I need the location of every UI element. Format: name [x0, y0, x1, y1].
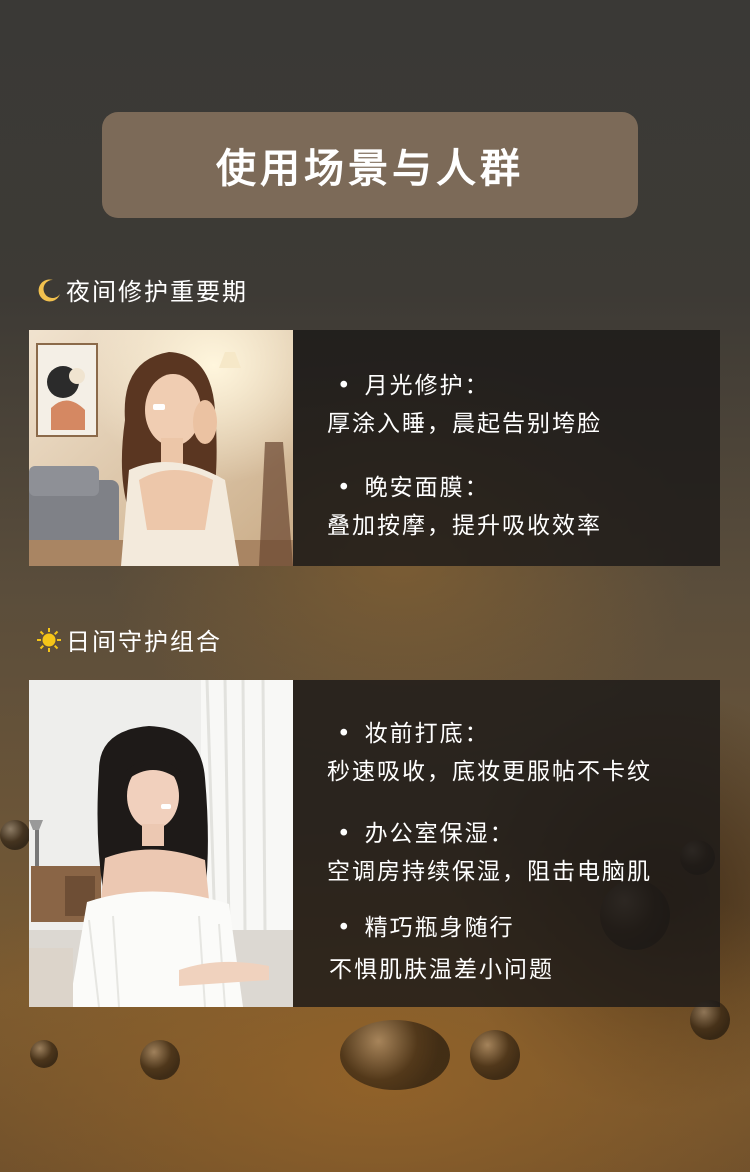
scene-card-text: • 妆前打底： 秒速吸收，底妆更服帖不卡纹 • 办公室保湿： 空调房持续保湿，阻击电… — [327, 680, 720, 1007]
sun-icon — [36, 627, 62, 653]
scene-card-night: • 月光修护： 厚涂入睡，晨起告别垮脸 • 晚安面膜： 叠加按摩，提升吸收效率 — [29, 330, 720, 566]
background-bubble — [30, 1040, 58, 1068]
page-title: 使用场景与人群 — [216, 146, 524, 192]
benefit-title: • 办公室保湿： — [337, 814, 515, 848]
benefit-title-text: 办公室保湿： — [364, 821, 515, 847]
benefit-desc: 厚涂入睡，晨起告别垮脸 — [327, 411, 602, 437]
section-title-text: 夜间修护重要期 — [66, 278, 248, 306]
benefit-title: • 精巧瓶身随行 — [337, 908, 515, 942]
section-title-day: 日间守护组合 — [36, 622, 222, 657]
benefit-title: • 晚安面膜： — [337, 468, 490, 502]
background-bubble — [470, 1030, 520, 1080]
benefit-title-text: 月光修护： — [364, 373, 490, 399]
benefit-title: • 月光修护： — [337, 366, 490, 400]
benefit-title: • 妆前打底： — [337, 714, 490, 748]
bullet-dot: • — [337, 721, 353, 747]
background-bubble — [140, 1040, 180, 1080]
benefit-title-text: 妆前打底： — [364, 721, 490, 747]
bullet-dot: • — [337, 915, 353, 941]
benefit-desc: 秒速吸收，底妆更服帖不卡纹 — [327, 759, 652, 785]
bullet-dot: • — [337, 475, 353, 501]
benefit-title-text: 晚安面膜： — [364, 475, 490, 501]
bullet-dot: • — [337, 373, 353, 399]
benefit-desc: 叠加按摩，提升吸收效率 — [327, 513, 602, 539]
benefit-title-text: 精巧瓶身随行 — [364, 915, 515, 941]
section-title-night: 夜间修护重要期 — [36, 272, 248, 307]
benefit-desc: 不惧肌肤温差小问题 — [329, 957, 554, 983]
benefit-desc: 空调房持续保湿，阻击电脑肌 — [327, 859, 652, 885]
scene-card-day: • 妆前打底： 秒速吸收，底妆更服帖不卡纹 • 办公室保湿： 空调房持续保湿，阻击电… — [29, 680, 720, 1007]
bullet-dot: • — [337, 821, 353, 847]
scene-card-text: • 月光修护： 厚涂入睡，晨起告别垮脸 • 晚安面膜： 叠加按摩，提升吸收效率 — [327, 330, 720, 566]
moon-icon — [36, 277, 62, 303]
background-bubble — [0, 820, 30, 850]
woman-at-desk-daytime-photo — [29, 680, 293, 1007]
section-title-text: 日间守护组合 — [66, 628, 222, 656]
background-bubble — [340, 1020, 450, 1090]
page-header: 使用场景与人群 — [102, 112, 638, 218]
woman-applying-cream-evening-photo — [29, 330, 293, 566]
